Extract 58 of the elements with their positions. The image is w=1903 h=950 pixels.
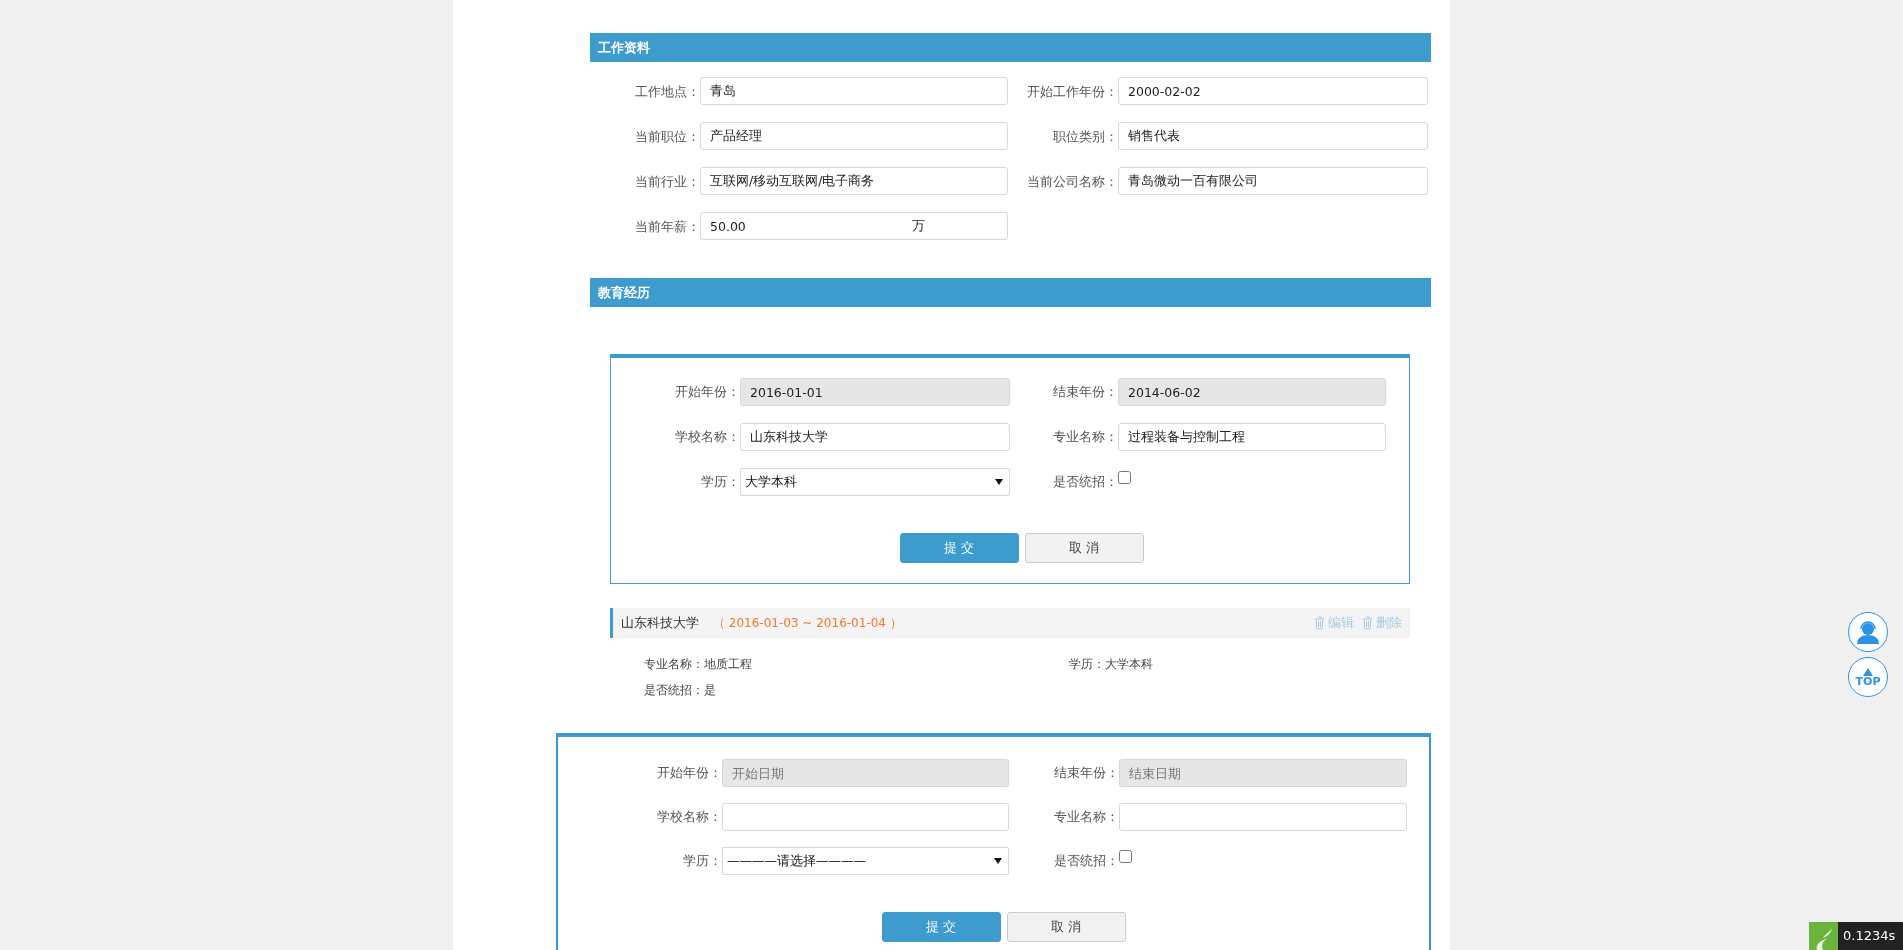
field-label: 开始年份： xyxy=(656,764,722,782)
field-label: 专业名称： xyxy=(1052,428,1118,446)
field-label: 开始工作年份： xyxy=(1026,83,1118,101)
dropdown-caret-icon xyxy=(994,858,1002,864)
checkbox[interactable] xyxy=(1119,850,1132,863)
field-label: 学历： xyxy=(682,852,722,870)
field-label: 是否统招： xyxy=(1053,852,1119,870)
degree-select[interactable]: 大学本科 xyxy=(740,468,1010,496)
field-label: 是否统招： xyxy=(1052,473,1118,491)
section-header: 工作资料 xyxy=(590,33,1431,62)
degree-select[interactable]: ————请选择———— xyxy=(722,847,1009,875)
salary-field[interactable]: 50.00 万 xyxy=(700,212,1008,240)
trash-icon xyxy=(1362,616,1373,630)
text-field[interactable]: 2000-02-02 xyxy=(1118,77,1428,105)
field-label: 学历： xyxy=(700,473,740,491)
text-field[interactable] xyxy=(1119,803,1407,831)
field-label: 当前职位： xyxy=(634,128,700,146)
cancel-button[interactable]: 取 消 xyxy=(1006,912,1126,942)
text-field[interactable]: 互联网/移动互联网/电子商务 xyxy=(700,167,1008,195)
dropdown-caret-icon xyxy=(995,479,1003,485)
date-field[interactable]: 结束日期 xyxy=(1119,759,1407,787)
text-field[interactable]: 过程装备与控制工程 xyxy=(1118,423,1386,451)
unit-label: 万 xyxy=(912,217,925,235)
text-field[interactable]: 山东科技大学 xyxy=(740,423,1010,451)
text-field[interactable] xyxy=(722,803,1009,831)
date-range: （ 2016-01-03 ~ 2016-01-04 ） xyxy=(713,614,903,632)
field-label: 开始年份： xyxy=(674,383,740,401)
date-field[interactable]: 开始日期 xyxy=(722,759,1009,787)
field-label: 当前公司名称： xyxy=(1026,173,1118,191)
date-field[interactable]: 2014-06-02 xyxy=(1118,378,1386,406)
detail-text: 是否统招：是 xyxy=(644,682,717,699)
text-field[interactable]: 青岛微动一百有限公司 xyxy=(1118,167,1428,195)
text-field[interactable]: 青岛 xyxy=(700,77,1008,105)
field-label: 学校名称： xyxy=(674,428,740,446)
text-field[interactable]: 销售代表 xyxy=(1118,122,1428,150)
cancel-button[interactable]: 取 消 xyxy=(1024,533,1144,563)
field-label: 学校名称： xyxy=(656,808,722,826)
field-label: 结束年份： xyxy=(1053,764,1119,782)
field-label: 职位类别： xyxy=(1052,128,1118,146)
date-field[interactable]: 2016-01-01 xyxy=(740,378,1010,406)
trash-icon xyxy=(1314,616,1325,630)
detail-text: 学历：大学本科 xyxy=(1069,656,1154,673)
field-label: 结束年份： xyxy=(1052,383,1118,401)
headset-person-icon xyxy=(1855,619,1881,645)
section-header: 教育经历 xyxy=(590,278,1431,307)
detail-text: 专业名称：地质工程 xyxy=(644,656,753,673)
text-field[interactable]: 产品经理 xyxy=(700,122,1008,150)
school-name: 山东科技大学 xyxy=(621,614,699,632)
field-label: 当前行业： xyxy=(634,173,700,191)
up-triangle-icon xyxy=(1863,667,1873,676)
field-label: 专业名称： xyxy=(1053,808,1119,826)
customer-service-button[interactable] xyxy=(1848,612,1888,652)
field-label: 当前年薪： xyxy=(634,218,700,236)
field-label: 工作地点： xyxy=(634,83,700,101)
checkbox[interactable] xyxy=(1118,471,1131,484)
flame-logo-icon xyxy=(1809,922,1838,950)
salary-value: 50.00 xyxy=(710,218,747,234)
load-time: 0.1234s xyxy=(1838,922,1903,950)
